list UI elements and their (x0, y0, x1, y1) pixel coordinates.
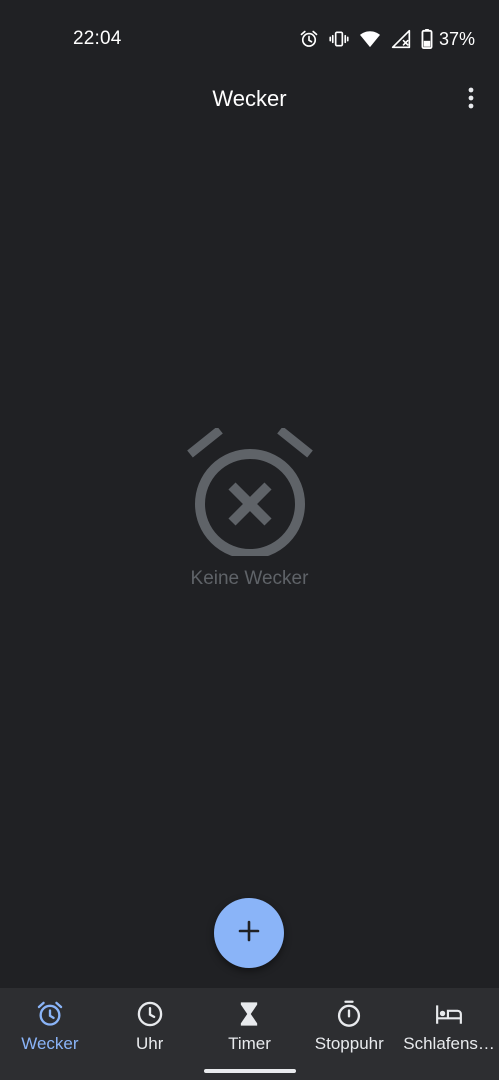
gesture-bar[interactable] (204, 1069, 296, 1073)
alarm-icon (299, 29, 319, 49)
bottom-nav: Wecker Uhr Timer Stoppuhr Schlafens… (0, 988, 499, 1080)
nav-item-uhr[interactable]: Uhr (100, 988, 200, 1080)
status-icons: 37% (299, 27, 475, 51)
nav-label: Timer (228, 1034, 271, 1053)
stopwatch-icon (335, 1000, 363, 1028)
status-bar: 22:04 37% (0, 0, 499, 78)
add-alarm-button[interactable] (214, 898, 284, 968)
nav-item-timer[interactable]: Timer (200, 988, 300, 1080)
nav-item-stoppuhr[interactable]: Stoppuhr (299, 988, 399, 1080)
battery-percent: 37% (438, 28, 475, 49)
nav-item-wecker[interactable]: Wecker (0, 988, 100, 1080)
battery-icon (421, 29, 433, 49)
alarm-icon (36, 1000, 64, 1028)
plus-icon (238, 920, 260, 947)
more-vert-icon[interactable] (459, 84, 483, 112)
clock-icon (136, 1000, 164, 1028)
nav-label: Schlafens… (403, 1034, 495, 1053)
bed-icon (435, 1000, 463, 1028)
status-time: 22:04 (73, 28, 122, 49)
nav-item-schlafenszeit[interactable]: Schlafens… (399, 988, 499, 1080)
app-bar: Wecker (0, 78, 499, 120)
nav-label: Wecker (21, 1034, 79, 1053)
hourglass-icon (235, 1000, 263, 1028)
page-title: Wecker (212, 86, 287, 111)
alarm-off-icon (0, 428, 499, 556)
nav-label: Stoppuhr (314, 1034, 384, 1053)
empty-state-label: Keine Wecker (190, 568, 309, 589)
empty-state: Keine Wecker (0, 428, 499, 590)
signal-icon (391, 29, 411, 49)
wifi-icon (359, 29, 381, 49)
vibrate-icon (329, 29, 349, 49)
nav-label: Uhr (135, 1034, 164, 1053)
